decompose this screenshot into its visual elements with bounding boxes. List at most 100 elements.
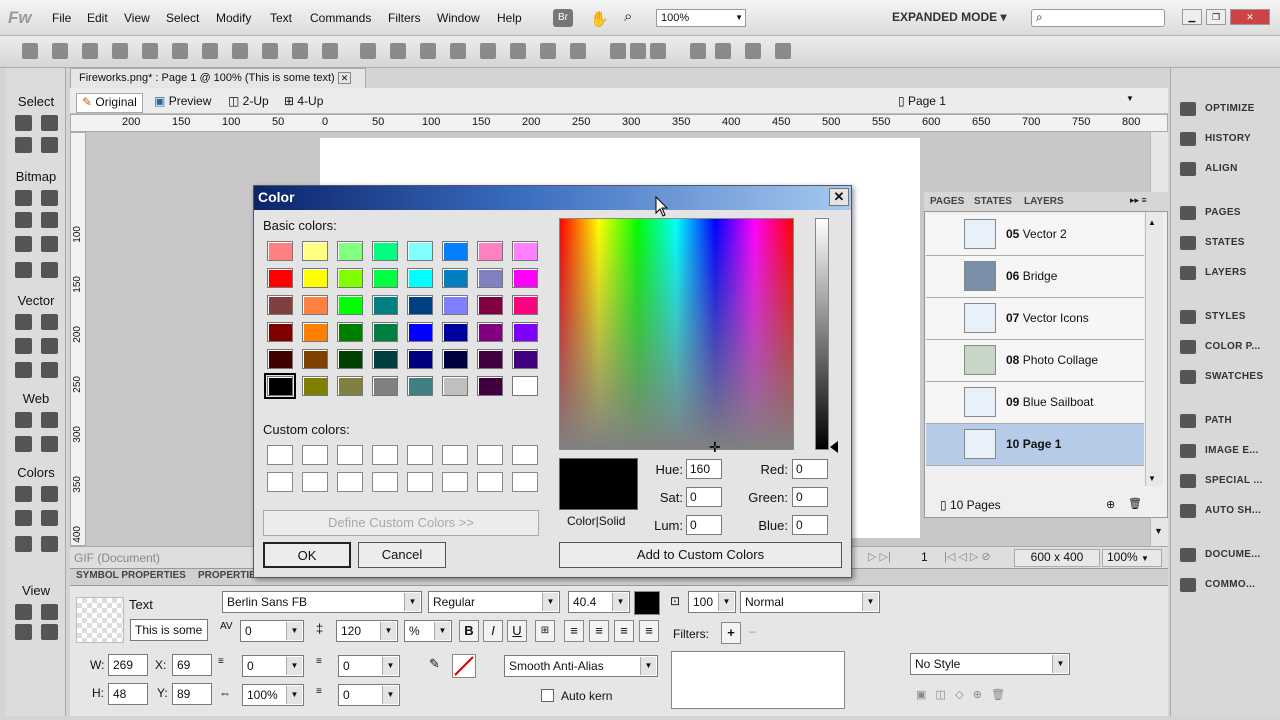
panel-icon[interactable] — [1180, 504, 1196, 518]
basic-color-swatch[interactable] — [407, 349, 433, 369]
rotate-icon[interactable] — [610, 43, 626, 59]
group-icon[interactable] — [360, 43, 376, 59]
menu-window[interactable]: Window — [437, 11, 480, 25]
page-row[interactable]: 06 Bridge — [926, 256, 1144, 298]
page-row[interactable]: 07 Vector Icons — [926, 298, 1144, 340]
basic-color-swatch[interactable] — [477, 241, 503, 261]
align-center-icon[interactable] — [715, 43, 731, 59]
transform-icon[interactable] — [650, 43, 666, 59]
custom-color-swatch[interactable] — [512, 445, 538, 465]
tab-layers[interactable]: LAYERS — [1024, 196, 1064, 207]
basic-color-swatch[interactable] — [407, 268, 433, 288]
custom-color-swatch[interactable] — [267, 445, 293, 465]
import-icon[interactable] — [112, 43, 128, 59]
tool-icon[interactable] — [41, 362, 58, 378]
basic-color-swatch[interactable] — [512, 349, 538, 369]
panel-icon[interactable] — [1180, 310, 1196, 324]
tool-icon[interactable] — [41, 262, 58, 278]
basic-color-swatch[interactable] — [442, 322, 468, 342]
menu-edit[interactable]: Edit — [87, 11, 108, 25]
panel-icon[interactable] — [1180, 206, 1196, 220]
panel-autosh[interactable]: AUTO SH... — [1205, 505, 1261, 516]
panel-icon[interactable] — [1180, 162, 1196, 176]
custom-color-swatch[interactable] — [477, 472, 503, 492]
tool-icon[interactable] — [41, 412, 58, 428]
menu-help[interactable]: Help — [497, 11, 522, 25]
green-field[interactable]: 0 — [792, 487, 828, 507]
flip-icon[interactable] — [630, 43, 646, 59]
custom-color-swatch[interactable] — [302, 445, 328, 465]
stroke-color-swatch[interactable] — [452, 654, 476, 678]
panel-icon[interactable] — [1180, 474, 1196, 488]
custom-color-swatch[interactable] — [372, 445, 398, 465]
panel-pages[interactable]: PAGES — [1205, 207, 1241, 218]
tool-icon[interactable] — [41, 604, 58, 620]
basic-color-swatch[interactable] — [512, 241, 538, 261]
basic-color-swatch[interactable] — [372, 322, 398, 342]
font-size-field[interactable]: 40.4 ▼ — [568, 591, 630, 613]
custom-color-swatch[interactable] — [337, 445, 363, 465]
basic-color-swatch[interactable] — [442, 376, 468, 396]
align-center-icon[interactable]: ≡ — [589, 620, 609, 642]
tool-icon[interactable] — [15, 236, 32, 252]
basic-color-swatch[interactable] — [302, 241, 328, 261]
anti-alias-select[interactable]: Smooth Anti-Alias ▼ — [504, 655, 658, 677]
frame-controls[interactable]: ▷ ▷| — [868, 550, 891, 563]
blue-field[interactable]: 0 — [792, 515, 828, 535]
custom-color-swatch[interactable] — [337, 472, 363, 492]
flip-v-icon[interactable] — [775, 43, 791, 59]
luminance-arrow-icon[interactable] — [830, 441, 838, 453]
basic-color-swatch[interactable] — [477, 322, 503, 342]
panel-icon[interactable] — [1180, 578, 1196, 592]
tool-icon[interactable] — [41, 115, 58, 131]
panel-styles[interactable]: STYLES — [1205, 311, 1246, 322]
kerning-field[interactable]: 0 ▼ — [240, 620, 304, 642]
panel-icon[interactable] — [1180, 340, 1196, 354]
custom-color-swatch[interactable] — [442, 445, 468, 465]
tool-icon[interactable] — [15, 190, 32, 206]
panel-docume[interactable]: DOCUME... — [1205, 549, 1260, 560]
panel-icon[interactable] — [1180, 444, 1196, 458]
page-row[interactable]: 10 Page 1 — [926, 424, 1144, 466]
tool-icon[interactable] — [41, 314, 58, 330]
basic-color-swatch[interactable] — [267, 295, 293, 315]
basic-color-swatch[interactable] — [267, 322, 293, 342]
basic-color-swatch[interactable] — [512, 376, 538, 396]
luminance-slider[interactable] — [815, 218, 829, 450]
basic-color-swatch[interactable] — [442, 295, 468, 315]
split-icon[interactable] — [450, 43, 466, 59]
tool-icon[interactable] — [15, 362, 32, 378]
tool-icon[interactable] — [15, 486, 32, 502]
tool-icon[interactable] — [15, 604, 32, 620]
panel-swatches[interactable]: SWATCHES — [1205, 371, 1263, 382]
panel-commo[interactable]: COMMO... — [1205, 579, 1255, 590]
menu-file[interactable]: File — [52, 11, 71, 25]
filters-list[interactable] — [671, 651, 845, 709]
open-icon[interactable] — [82, 43, 98, 59]
basic-color-swatch[interactable] — [337, 268, 363, 288]
print-icon[interactable] — [172, 43, 188, 59]
panel-path[interactable]: PATH — [1205, 415, 1232, 426]
sat-field[interactable]: 0 — [686, 487, 722, 507]
page-row[interactable]: 08 Photo Collage — [926, 340, 1144, 382]
tab-states[interactable]: STATES — [974, 196, 1012, 207]
bring-front-icon[interactable] — [480, 43, 496, 59]
bridge-button[interactable]: Br — [553, 9, 573, 27]
basic-color-swatch[interactable] — [302, 295, 328, 315]
new-page-icon[interactable]: ⊕ — [1106, 498, 1115, 511]
join-icon[interactable] — [420, 43, 436, 59]
menu-modify[interactable]: Modify — [216, 11, 251, 25]
x-field[interactable]: 69 — [172, 654, 212, 676]
leading-unit-select[interactable]: % ▼ — [404, 620, 452, 642]
redo-icon[interactable] — [232, 43, 248, 59]
red-field[interactable]: 0 — [792, 459, 828, 479]
panel-menu-icon[interactable]: ▸▸ ≡ — [1130, 195, 1147, 206]
paste-icon[interactable] — [322, 43, 338, 59]
basic-color-swatch[interactable] — [372, 295, 398, 315]
tool-icon[interactable] — [41, 236, 58, 252]
save-icon[interactable] — [52, 43, 68, 59]
status-zoom-select[interactable]: 100% ▼ — [1102, 549, 1162, 567]
object-name-field[interactable]: This is some — [130, 619, 208, 641]
panel-colorp[interactable]: COLOR P... — [1205, 341, 1261, 352]
tab-symbol-properties[interactable]: SYMBOL PROPERTIES — [76, 570, 186, 581]
